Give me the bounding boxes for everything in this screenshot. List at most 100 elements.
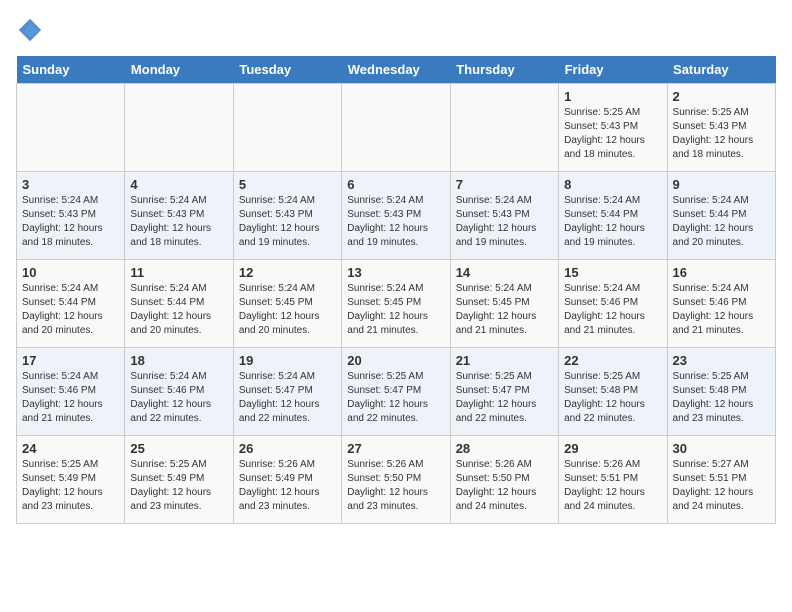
day-of-week-header: Friday bbox=[559, 56, 667, 84]
day-of-week-header: Thursday bbox=[450, 56, 558, 84]
calendar-cell: 12Sunrise: 5:24 AM Sunset: 5:45 PM Dayli… bbox=[233, 260, 341, 348]
day-number: 29 bbox=[564, 441, 661, 456]
calendar-week-row: 10 Sunrise: 5:24 AM Sunset: 5:44 PM Dayli… bbox=[17, 260, 776, 348]
calendar-cell: 2 Sunrise: 5:25 AM Sunset: 5:43 PM Daylig… bbox=[667, 84, 775, 172]
calendar-cell: 7 Sunrise: 5:24 AM Sunset: 5:43 PM Daylig… bbox=[450, 172, 558, 260]
day-of-week-header: Monday bbox=[125, 56, 233, 84]
calendar-cell: 10 Sunrise: 5:24 AM Sunset: 5:44 PM Dayli… bbox=[17, 260, 125, 348]
day-info: Sunrise: 5:25 AM Sunset: 5:49 PM Dayligh… bbox=[130, 458, 227, 514]
day-info: Sunrise: 5:25 AM Sunset: 5:48 PM Dayligh… bbox=[564, 370, 661, 426]
calendar-cell: 9 Sunrise: 5:24 AM Sunset: 5:44 PM Daylig… bbox=[667, 172, 775, 260]
day-info: Sunrise: 5:25 AM Sunset: 5:49 PM Dayligh… bbox=[22, 458, 119, 514]
day-info: Sunrise: 5:25 AM Sunset: 5:43 PM Dayligh… bbox=[564, 106, 661, 162]
logo-icon bbox=[16, 16, 44, 44]
calendar-cell: 22 Sunrise: 5:25 AM Sunset: 5:48 PM Dayli… bbox=[559, 348, 667, 436]
calendar-cell: 25 Sunrise: 5:25 AM Sunset: 5:49 PM Dayli… bbox=[125, 436, 233, 524]
calendar-cell bbox=[342, 84, 450, 172]
calendar-cell: 28 Sunrise: 5:26 AM Sunset: 5:50 PM Dayli… bbox=[450, 436, 558, 524]
calendar-cell: 14Sunrise: 5:24 AM Sunset: 5:45 PM Dayli… bbox=[450, 260, 558, 348]
day-number: 10 bbox=[22, 265, 119, 280]
day-info: Sunrise: 5:25 AM Sunset: 5:43 PM Dayligh… bbox=[673, 106, 770, 162]
calendar-cell: 3 Sunrise: 5:24 AM Sunset: 5:43 PM Daylig… bbox=[17, 172, 125, 260]
day-info: Sunrise: 5:24 AM Sunset: 5:47 PM Dayligh… bbox=[239, 370, 336, 426]
calendar-cell: 26 Sunrise: 5:26 AM Sunset: 5:49 PM Dayli… bbox=[233, 436, 341, 524]
calendar-cell: 29 Sunrise: 5:26 AM Sunset: 5:51 PM Dayli… bbox=[559, 436, 667, 524]
calendar-body: 1 Sunrise: 5:25 AM Sunset: 5:43 PM Daylig… bbox=[17, 84, 776, 524]
day-number: 11 bbox=[130, 265, 227, 280]
day-info: Sunrise: 5:26 AM Sunset: 5:50 PM Dayligh… bbox=[347, 458, 444, 514]
day-number: 19 bbox=[239, 353, 336, 368]
day-number: 18 bbox=[130, 353, 227, 368]
calendar-cell: 11Sunrise: 5:24 AM Sunset: 5:44 PM Dayli… bbox=[125, 260, 233, 348]
calendar-cell: 20 Sunrise: 5:25 AM Sunset: 5:47 PM Dayli… bbox=[342, 348, 450, 436]
calendar-cell: 21 Sunrise: 5:25 AM Sunset: 5:47 PM Dayli… bbox=[450, 348, 558, 436]
day-info: Sunrise: 5:24 AM Sunset: 5:43 PM Dayligh… bbox=[347, 194, 444, 250]
calendar-cell: 17Sunrise: 5:24 AM Sunset: 5:46 PM Dayli… bbox=[17, 348, 125, 436]
logo bbox=[16, 16, 48, 44]
day-number: 13 bbox=[347, 265, 444, 280]
calendar-cell bbox=[233, 84, 341, 172]
day-of-week-header: Sunday bbox=[17, 56, 125, 84]
day-number: 6 bbox=[347, 177, 444, 192]
calendar-cell: 30 Sunrise: 5:27 AM Sunset: 5:51 PM Dayli… bbox=[667, 436, 775, 524]
day-info: Sunrise: 5:24 AM Sunset: 5:45 PM Dayligh… bbox=[347, 282, 444, 338]
calendar-cell bbox=[125, 84, 233, 172]
day-info: Sunrise: 5:26 AM Sunset: 5:51 PM Dayligh… bbox=[564, 458, 661, 514]
day-info: Sunrise: 5:26 AM Sunset: 5:49 PM Dayligh… bbox=[239, 458, 336, 514]
calendar-cell: 13 Sunrise: 5:24 AM Sunset: 5:45 PM Dayli… bbox=[342, 260, 450, 348]
day-number: 26 bbox=[239, 441, 336, 456]
day-number: 5 bbox=[239, 177, 336, 192]
calendar-cell: 23Sunrise: 5:25 AM Sunset: 5:48 PM Dayli… bbox=[667, 348, 775, 436]
calendar-week-row: 17 Sunrise: 5:24 AM Sunset: 5:46 PM Dayli… bbox=[17, 348, 776, 436]
day-info: Sunrise: 5:24 AM Sunset: 5:46 PM Dayligh… bbox=[564, 282, 661, 338]
day-info: Sunrise: 5:24 AM Sunset: 5:44 PM Dayligh… bbox=[22, 282, 119, 338]
day-info: Sunrise: 5:25 AM Sunset: 5:47 PM Dayligh… bbox=[347, 370, 444, 426]
day-number: 25 bbox=[130, 441, 227, 456]
day-number: 20 bbox=[347, 353, 444, 368]
day-number: 21 bbox=[456, 353, 553, 368]
day-number: 28 bbox=[456, 441, 553, 456]
day-number: 2 bbox=[673, 89, 770, 104]
calendar-week-row: 3 Sunrise: 5:24 AM Sunset: 5:43 PM Daylig… bbox=[17, 172, 776, 260]
calendar-cell: 6 Sunrise: 5:24 AM Sunset: 5:43 PM Daylig… bbox=[342, 172, 450, 260]
day-of-week-header: Saturday bbox=[667, 56, 775, 84]
day-info: Sunrise: 5:24 AM Sunset: 5:45 PM Dayligh… bbox=[456, 282, 553, 338]
day-number: 12 bbox=[239, 265, 336, 280]
day-number: 3 bbox=[22, 177, 119, 192]
calendar-cell: 8 Sunrise: 5:24 AM Sunset: 5:44 PM Daylig… bbox=[559, 172, 667, 260]
day-of-week-header: Wednesday bbox=[342, 56, 450, 84]
day-number: 1 bbox=[564, 89, 661, 104]
calendar-header: SundayMondayTuesdayWednesdayThursdayFrid… bbox=[17, 56, 776, 84]
day-number: 27 bbox=[347, 441, 444, 456]
calendar-cell: 24Sunrise: 5:25 AM Sunset: 5:49 PM Dayli… bbox=[17, 436, 125, 524]
day-info: Sunrise: 5:24 AM Sunset: 5:46 PM Dayligh… bbox=[673, 282, 770, 338]
calendar-week-row: 24Sunrise: 5:25 AM Sunset: 5:49 PM Dayli… bbox=[17, 436, 776, 524]
calendar-week-row: 1 Sunrise: 5:25 AM Sunset: 5:43 PM Daylig… bbox=[17, 84, 776, 172]
day-number: 8 bbox=[564, 177, 661, 192]
day-number: 22 bbox=[564, 353, 661, 368]
day-info: Sunrise: 5:24 AM Sunset: 5:43 PM Dayligh… bbox=[22, 194, 119, 250]
day-number: 17 bbox=[22, 353, 119, 368]
day-info: Sunrise: 5:25 AM Sunset: 5:47 PM Dayligh… bbox=[456, 370, 553, 426]
calendar-cell: 16 Sunrise: 5:24 AM Sunset: 5:46 PM Dayli… bbox=[667, 260, 775, 348]
day-number: 15 bbox=[564, 265, 661, 280]
calendar-cell bbox=[450, 84, 558, 172]
day-info: Sunrise: 5:24 AM Sunset: 5:46 PM Dayligh… bbox=[130, 370, 227, 426]
day-number: 9 bbox=[673, 177, 770, 192]
day-info: Sunrise: 5:24 AM Sunset: 5:44 PM Dayligh… bbox=[673, 194, 770, 250]
calendar-cell bbox=[17, 84, 125, 172]
day-info: Sunrise: 5:27 AM Sunset: 5:51 PM Dayligh… bbox=[673, 458, 770, 514]
day-number: 16 bbox=[673, 265, 770, 280]
calendar-cell: 4Sunrise: 5:24 AM Sunset: 5:43 PM Daylig… bbox=[125, 172, 233, 260]
day-number: 7 bbox=[456, 177, 553, 192]
calendar-cell: 5 Sunrise: 5:24 AM Sunset: 5:43 PM Daylig… bbox=[233, 172, 341, 260]
day-info: Sunrise: 5:24 AM Sunset: 5:43 PM Dayligh… bbox=[239, 194, 336, 250]
day-info: Sunrise: 5:26 AM Sunset: 5:50 PM Dayligh… bbox=[456, 458, 553, 514]
day-number: 30 bbox=[673, 441, 770, 456]
day-info: Sunrise: 5:24 AM Sunset: 5:43 PM Dayligh… bbox=[456, 194, 553, 250]
days-of-week-row: SundayMondayTuesdayWednesdayThursdayFrid… bbox=[17, 56, 776, 84]
page-header bbox=[16, 16, 776, 44]
day-info: Sunrise: 5:24 AM Sunset: 5:44 PM Dayligh… bbox=[564, 194, 661, 250]
day-number: 4 bbox=[130, 177, 227, 192]
calendar-cell: 15 Sunrise: 5:24 AM Sunset: 5:46 PM Dayli… bbox=[559, 260, 667, 348]
